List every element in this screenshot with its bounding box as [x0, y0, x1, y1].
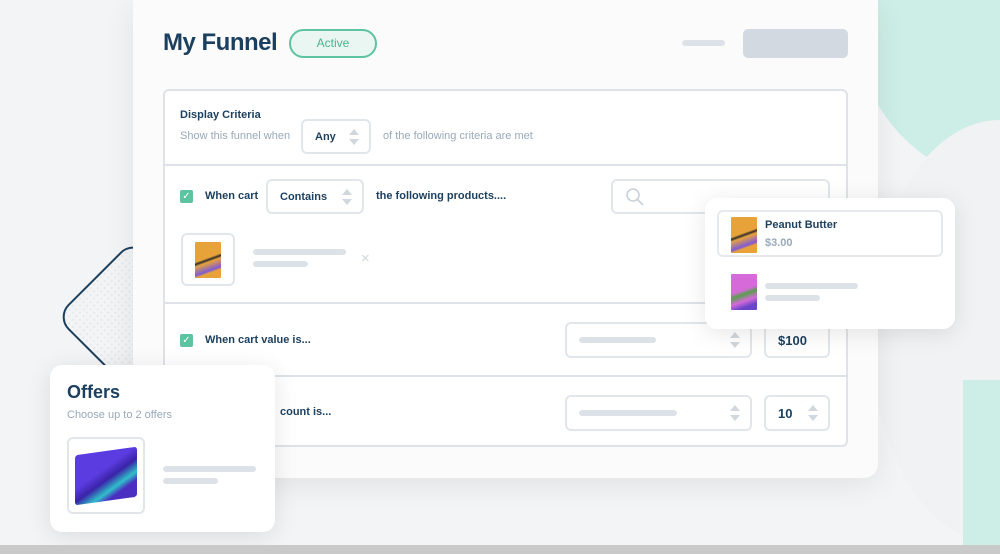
offer-thumbnail[interactable]: [67, 437, 145, 514]
cart-value: $100: [778, 332, 807, 348]
item-count-value: 10: [778, 405, 793, 421]
offers-title: Offers: [67, 382, 121, 402]
product-name-placeholder: [253, 249, 346, 255]
selected-product-thumbnail: [181, 233, 235, 286]
select-arrows-icon: [342, 188, 352, 205]
product-name-placeholder: [765, 283, 858, 289]
match-select[interactable]: Any: [301, 119, 371, 154]
search-result-item[interactable]: Peanut Butter $3.00: [717, 210, 943, 257]
match-select-value: Any: [315, 130, 336, 143]
select-arrows-icon: [349, 128, 359, 145]
product-price-placeholder: [253, 261, 308, 267]
product-image: [195, 241, 221, 278]
placeholder-link[interactable]: [682, 40, 725, 46]
select-arrows-icon: [730, 405, 740, 421]
product-price-placeholder: [765, 295, 820, 301]
row-label: When cart value is...: [205, 334, 311, 346]
search-icon: [626, 187, 644, 206]
criteria-suffix: of the following criteria are met: [383, 130, 533, 142]
stepper-arrows-icon[interactable]: [808, 405, 818, 421]
criteria-prefix: Show this funnel when: [180, 130, 291, 142]
offers-subtitle: Choose up to 2 offers: [67, 409, 172, 421]
operator-select-value: Contains: [280, 190, 328, 203]
row-label: When cart: [205, 190, 259, 202]
item-count-stepper[interactable]: 10: [764, 395, 830, 431]
cart-value-checkbox[interactable]: ✓: [180, 334, 193, 347]
page-title: My Funnel: [163, 29, 278, 56]
criteria-heading: Display Criteria: [180, 109, 261, 121]
row-trailing-text: the following products....: [376, 190, 507, 202]
product-image: [731, 274, 757, 310]
action-button[interactable]: [743, 29, 848, 58]
remove-product-icon[interactable]: ×: [361, 250, 370, 267]
offer-image: [75, 446, 137, 505]
divider: [163, 164, 848, 166]
search-results-dropdown: Peanut Butter $3.00: [705, 198, 955, 329]
product-image: [731, 217, 757, 253]
select-placeholder: [579, 337, 656, 343]
offers-card: Offers Choose up to 2 offers: [50, 365, 275, 532]
item-count-operator-select[interactable]: [565, 395, 752, 431]
select-placeholder: [579, 410, 677, 416]
cart-contains-checkbox[interactable]: ✓: [180, 190, 193, 203]
bottom-bar: [0, 545, 1000, 554]
row-label: count is...: [280, 406, 332, 418]
search-result-item[interactable]: [717, 268, 943, 315]
operator-select[interactable]: Contains: [266, 179, 364, 214]
product-price: $3.00: [765, 237, 793, 249]
offer-name-placeholder: [163, 466, 256, 472]
product-name: Peanut Butter: [765, 219, 838, 231]
select-arrows-icon: [730, 332, 740, 348]
status-badge[interactable]: Active: [289, 29, 377, 58]
decorative-teal-strip: [963, 380, 1000, 545]
offer-price-placeholder: [163, 478, 218, 484]
